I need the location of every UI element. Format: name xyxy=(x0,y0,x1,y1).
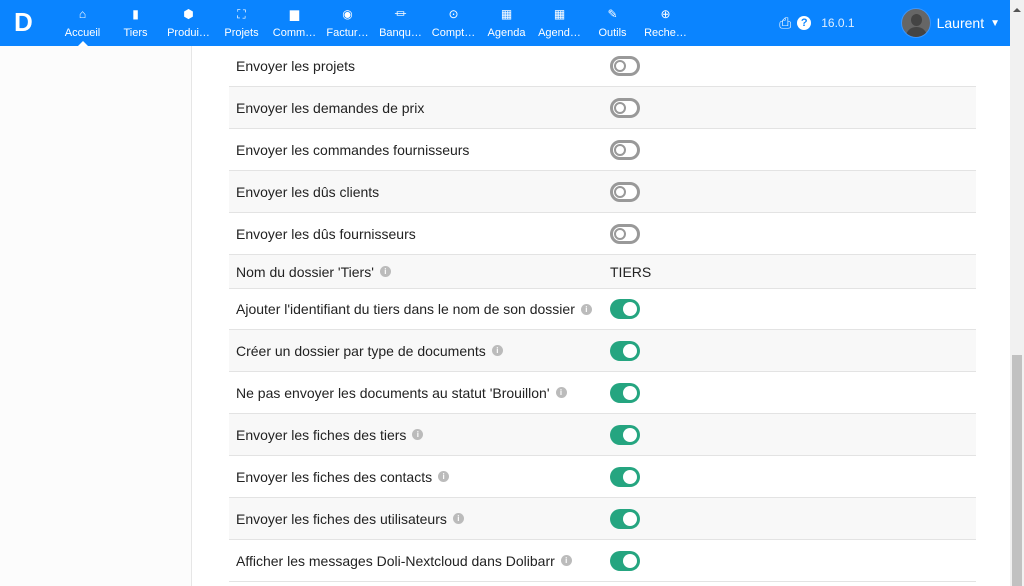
menu-item-10[interactable]: ✎ Outils xyxy=(586,0,639,46)
version-label: 16.0.1 xyxy=(821,16,855,30)
toggle-switch[interactable] xyxy=(610,382,640,403)
chevron-down-icon[interactable]: ▼ xyxy=(990,18,1000,29)
setting-label: Ajouter l'identifiant du tiers dans le n… xyxy=(236,301,575,317)
setting-row: Ne pas envoyer les documents au statut '… xyxy=(229,372,976,414)
setting-label: Afficher les messages Doli-Nextcloud dan… xyxy=(236,552,555,569)
setting-row: Afficher les messages Doli-Nextcloud dan… xyxy=(229,540,976,582)
menu-item-label: Produi… xyxy=(167,27,210,39)
toggle-switch[interactable] xyxy=(610,299,640,319)
briefcase-icon: ▆ xyxy=(289,7,300,21)
menu-item-8[interactable]: ▦ Agenda xyxy=(480,0,533,46)
setting-label: Envoyer les fiches des tiers xyxy=(236,426,407,443)
building-icon: ▮ xyxy=(132,7,139,21)
info-icon[interactable]: i xyxy=(412,429,424,440)
menu-item-label: Agenda xyxy=(487,27,526,39)
toggle-switch[interactable] xyxy=(610,508,640,529)
calendar-icon: ▦ xyxy=(500,7,513,21)
setting-label: Envoyer les demandes de prix xyxy=(236,99,425,116)
wrench-icon: ✎ xyxy=(607,7,618,21)
setting-label: Envoyer les projets xyxy=(236,58,356,74)
menu-item-label: Agend… xyxy=(538,27,581,39)
toggle-switch[interactable] xyxy=(610,181,640,202)
user-name[interactable]: Laurent xyxy=(937,15,984,31)
toggle-switch[interactable] xyxy=(610,466,640,487)
setting-label: Ne pas envoyer les documents au statut '… xyxy=(236,384,550,401)
setting-value: TIERS xyxy=(610,263,652,280)
menu-item-label: Comm… xyxy=(272,27,317,39)
menu-item-label: Tiers xyxy=(123,27,148,39)
menu-item-6[interactable]: ⏛ Banqu… xyxy=(374,0,427,46)
home-icon: ⌂ xyxy=(78,7,87,21)
menu-item-label: Accueil xyxy=(64,27,101,39)
setting-row: Envoyer les dûs clients xyxy=(229,171,976,213)
setting-row: Nom du dossier 'Tiers' i TIERS xyxy=(229,255,976,289)
settings-table: Envoyer les projets Envoyer les demandes … xyxy=(229,46,976,582)
print-icon[interactable]: ⎙ xyxy=(779,15,791,32)
setting-row: Envoyer les fiches des contacts i xyxy=(229,456,976,498)
menu-item-4[interactable]: ▆ Comm… xyxy=(268,0,321,46)
cube-icon: ⬢ xyxy=(183,7,194,21)
setting-label: Nom du dossier 'Tiers' xyxy=(236,263,374,280)
menu-item-11[interactable]: ⊕ Reche… xyxy=(639,0,692,46)
help-icon[interactable]: ? xyxy=(797,16,812,30)
toggle-switch[interactable] xyxy=(610,139,640,160)
calendar-icon: ▦ xyxy=(553,7,566,21)
menu-item-9[interactable]: ▦ Agend… xyxy=(533,0,586,46)
toggle-switch[interactable] xyxy=(610,97,640,118)
setting-label: Envoyer les commandes fournisseurs xyxy=(236,141,470,158)
coins-icon: ◉ xyxy=(342,7,353,21)
setting-label: Envoyer les fiches des contacts xyxy=(236,468,433,485)
menu-item-label: Factur… xyxy=(326,27,369,39)
project-icon: ⛶ xyxy=(237,7,246,21)
info-icon[interactable]: i xyxy=(452,513,464,524)
dolibarr-logo[interactable]: D xyxy=(14,9,40,35)
setting-row: Envoyer les dûs fournisseurs xyxy=(229,213,976,255)
menu-item-7[interactable]: ⊙ Compt… xyxy=(427,0,480,46)
search-dollar-icon: ⊙ xyxy=(448,7,459,21)
info-icon[interactable]: i xyxy=(491,345,503,356)
menu-item-2[interactable]: ⬢ Produi… xyxy=(162,0,215,46)
setting-row: Envoyer les demandes de prix xyxy=(229,87,976,129)
menu-item-label: Reche… xyxy=(644,27,687,39)
menu-item-label: Compt… xyxy=(431,27,476,39)
bank-icon: ⏛ xyxy=(394,7,407,21)
setting-row: Créer un dossier par type de documents i xyxy=(229,330,976,372)
scrollbar[interactable] xyxy=(1010,0,1024,586)
setting-label: Envoyer les fiches des utilisateurs xyxy=(236,510,447,527)
menu-item-1[interactable]: ▮ Tiers xyxy=(109,0,162,46)
menu-item-3[interactable]: ⛶ Projets xyxy=(215,0,268,46)
scroll-up-icon[interactable] xyxy=(1013,4,1021,12)
setting-row: Envoyer les fiches des utilisateurs i xyxy=(229,498,976,540)
menu-item-label: Banqu… xyxy=(379,27,422,39)
menu-item-label: Projets xyxy=(224,27,259,39)
toggle-switch[interactable] xyxy=(610,550,640,571)
avatar[interactable] xyxy=(900,8,931,38)
main-menu: ⌂ Accueil ▮ Tiers ⬢ Produi… ⛶ Projets ▆ Comm… ◉ Fac… xyxy=(56,0,692,46)
setting-label: Créer un dossier par type de documents xyxy=(236,342,486,359)
info-icon[interactable]: i xyxy=(438,471,450,482)
info-icon[interactable]: i xyxy=(379,266,391,277)
menu-item-0[interactable]: ⌂ Accueil xyxy=(56,0,109,46)
top-navbar: D ⌂ Accueil ▮ Tiers ⬢ Produi… ⛶ Projets ▆ Comm… ◉ F… xyxy=(0,0,1010,46)
setting-row: Envoyer les commandes fournisseurs xyxy=(229,129,976,171)
setting-row: Ajouter l'identifiant du tiers dans le n… xyxy=(229,289,976,330)
setting-row: Envoyer les projets xyxy=(229,46,976,87)
info-icon[interactable]: i xyxy=(560,555,572,566)
left-sidebar xyxy=(0,46,192,586)
toggle-switch[interactable] xyxy=(610,223,640,244)
info-icon[interactable]: i xyxy=(555,387,567,398)
menu-item-5[interactable]: ◉ Factur… xyxy=(321,0,374,46)
toggle-switch[interactable] xyxy=(610,56,640,76)
setting-row: Envoyer les fiches des tiers i xyxy=(229,414,976,456)
menu-item-label: Outils xyxy=(598,27,627,39)
setting-label: Envoyer les dûs fournisseurs xyxy=(236,225,416,242)
scrollbar-thumb[interactable] xyxy=(1012,355,1022,586)
info-icon[interactable]: i xyxy=(580,303,592,315)
setting-label: Envoyer les dûs clients xyxy=(236,183,380,200)
search-plus-icon: ⊕ xyxy=(660,7,671,21)
toggle-switch[interactable] xyxy=(610,340,640,361)
toggle-switch[interactable] xyxy=(610,424,640,445)
